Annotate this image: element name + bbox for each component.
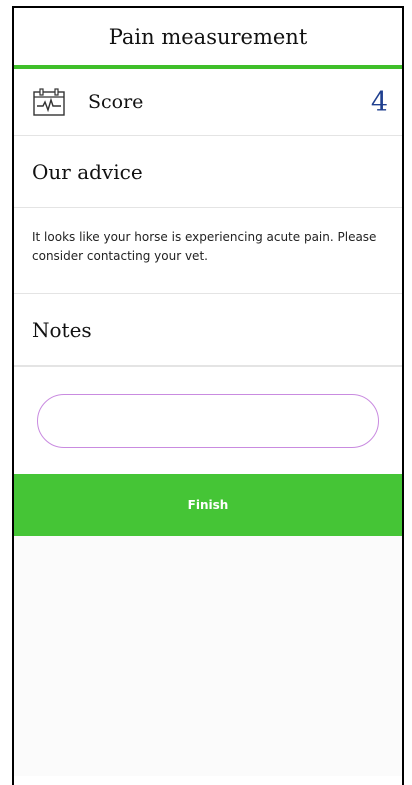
notes-title: Notes: [14, 294, 402, 366]
score-value: 4: [370, 86, 388, 118]
score-row: Score 4: [14, 69, 402, 136]
app-frame: Pain measurement Score 4 Our advice It l…: [12, 6, 404, 785]
page-title: Pain measurement: [108, 24, 308, 49]
empty-area: [14, 536, 402, 776]
finish-button[interactable]: Finish: [14, 474, 402, 536]
advice-text: It looks like your horse is experiencing…: [14, 208, 402, 294]
notes-container: [14, 366, 402, 474]
notes-input[interactable]: [37, 393, 379, 448]
score-label: Score: [88, 91, 144, 113]
advice-title: Our advice: [14, 136, 402, 208]
heart-monitor-calendar-icon: [32, 87, 66, 117]
